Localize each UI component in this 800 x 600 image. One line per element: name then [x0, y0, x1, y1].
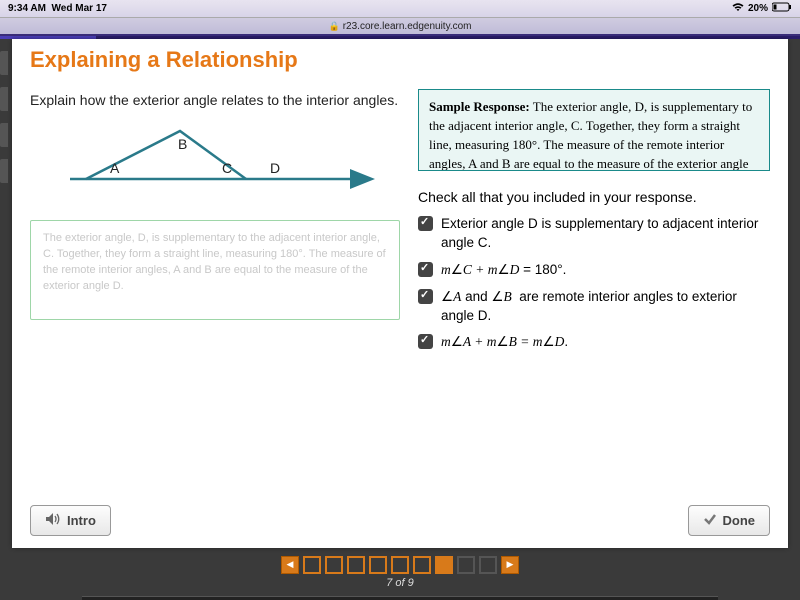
pager-step[interactable] [479, 556, 497, 574]
status-right: 20% [732, 2, 792, 15]
check-text: m∠A + m∠B = m∠D. [441, 333, 568, 352]
side-tab[interactable] [0, 51, 8, 75]
done-label: Done [723, 513, 756, 528]
pager-step[interactable] [457, 556, 475, 574]
pager-step[interactable] [347, 556, 365, 574]
check-item: m∠A + m∠B = m∠D. [418, 333, 770, 352]
page-title: Explaining a Relationship [12, 39, 788, 79]
check-text: Exterior angle D is supplementary to adj… [441, 215, 770, 253]
pager-step[interactable] [413, 556, 431, 574]
pager-text: 7 of 9 [386, 577, 414, 589]
side-tab[interactable] [0, 159, 8, 183]
battery-percent: 20% [748, 3, 768, 14]
battery-icon [772, 2, 792, 15]
url-text: r23.core.learn.edgenuity.com [343, 21, 472, 32]
pager-next-button[interactable]: ▶ [501, 556, 519, 574]
bottom-scrollbar[interactable] [82, 596, 718, 600]
intro-button[interactable]: Intro [30, 505, 111, 536]
label-D: D [270, 160, 280, 176]
done-button[interactable]: Done [688, 505, 771, 536]
pager-step[interactable] [325, 556, 343, 574]
question-text: Explain how the exterior angle relates t… [30, 89, 400, 111]
check-prompt: Check all that you included in your resp… [418, 189, 770, 205]
pager-step[interactable] [391, 556, 409, 574]
side-tab[interactable] [0, 123, 8, 147]
check-item: Exterior angle D is supplementary to adj… [418, 215, 770, 253]
side-tab[interactable] [0, 87, 8, 111]
sample-response-label: Sample Response: [429, 99, 530, 114]
card-footer: Intro Done [12, 495, 788, 548]
wifi-icon [732, 2, 744, 15]
pager-step[interactable] [369, 556, 387, 574]
app-frame: Explaining a Relationship Explain how th… [0, 39, 800, 600]
check-item: m∠C + m∠D = 180°. [418, 261, 770, 280]
checkbox-checked-icon[interactable] [418, 334, 433, 349]
check-text: m∠C + m∠D = 180°. [441, 261, 566, 280]
check-item: ∠A and ∠B are remote interior angles to … [418, 288, 770, 326]
pager-step[interactable] [303, 556, 321, 574]
device-status-bar: 9:34 AM Wed Mar 17 20% [0, 0, 800, 18]
sample-response-box: Sample Response: The exterior angle, D, … [418, 89, 770, 171]
triangle-diagram: A B C D [50, 121, 380, 206]
label-A: A [110, 160, 120, 176]
lock-icon: 🔒 [329, 21, 340, 32]
student-response-box[interactable]: The exterior angle, D, is supplementary … [30, 220, 400, 320]
checkbox-checked-icon[interactable] [418, 262, 433, 277]
label-C: C [222, 160, 232, 176]
lesson-pager: ◀ ▶ 7 of 9 [12, 548, 788, 596]
checkbox-checked-icon[interactable] [418, 289, 433, 304]
lesson-card: Explaining a Relationship Explain how th… [12, 39, 788, 548]
status-time-date: 9:34 AM Wed Mar 17 [8, 3, 107, 14]
intro-label: Intro [67, 513, 96, 528]
pager-step-current[interactable] [435, 556, 453, 574]
label-B: B [178, 136, 187, 152]
speaker-icon [45, 512, 61, 529]
side-tabs [0, 39, 12, 239]
pager-prev-button[interactable]: ◀ [281, 556, 299, 574]
check-text: ∠A and ∠B are remote interior angles to … [441, 288, 770, 326]
check-icon [703, 512, 717, 529]
checkbox-checked-icon[interactable] [418, 216, 433, 231]
browser-url-bar[interactable]: 🔒 r23.core.learn.edgenuity.com [0, 18, 800, 36]
